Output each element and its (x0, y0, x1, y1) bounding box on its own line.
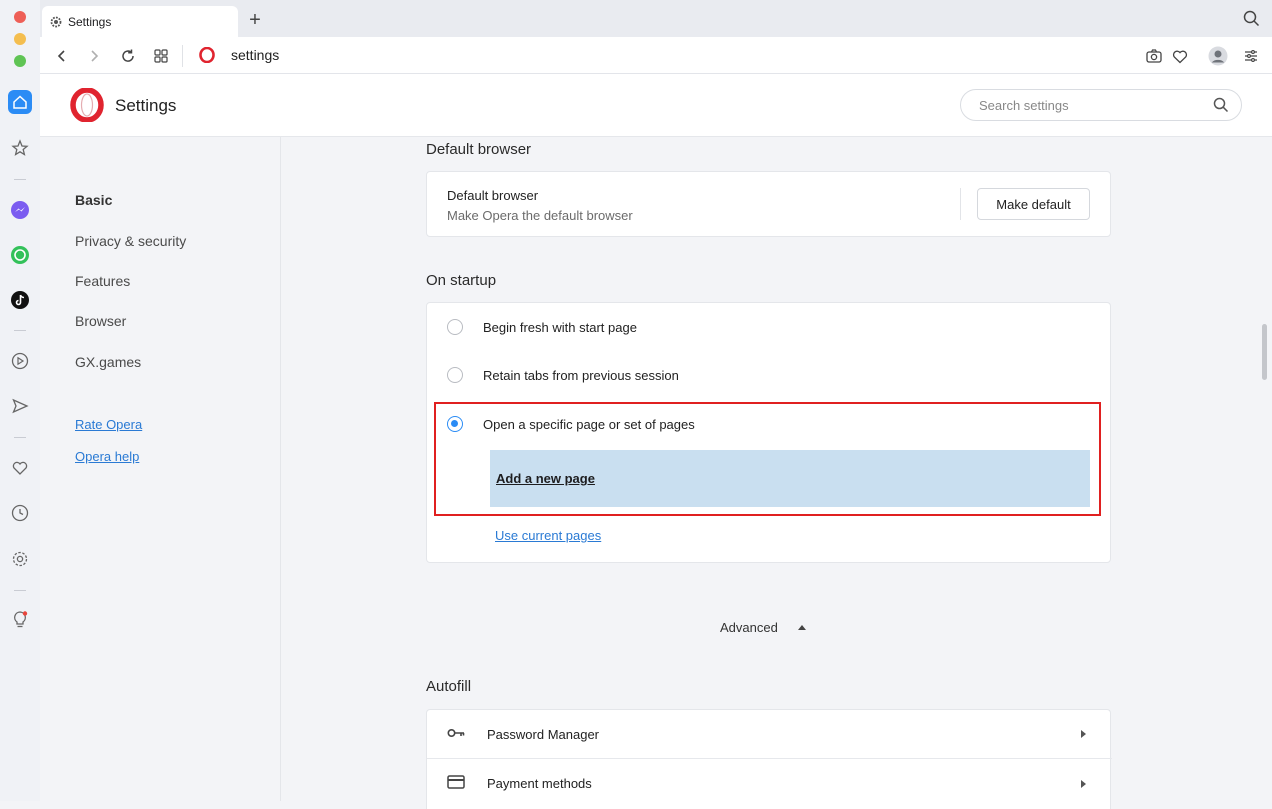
opera-logo-icon (199, 46, 215, 68)
settings-nav: Basic Privacy & security Features Browse… (40, 137, 281, 801)
back-button[interactable] (51, 45, 73, 67)
history-icon[interactable] (8, 501, 32, 525)
messenger-icon[interactable] (8, 198, 32, 222)
chevron-right-icon (1081, 730, 1086, 738)
whatsapp-icon[interactable] (8, 243, 32, 267)
bookmark-heart-icon[interactable] (1169, 45, 1191, 67)
tab-title: Settings (68, 14, 112, 29)
startup-option-label: Begin fresh with start page (483, 319, 637, 335)
startup-option-retain[interactable]: Retain tabs from previous session (447, 367, 679, 383)
reload-button[interactable] (117, 45, 139, 67)
rate-opera-link[interactable]: Rate Opera (75, 417, 142, 432)
maximize-window-button[interactable] (14, 55, 26, 67)
opera-sidebar (0, 0, 40, 801)
default-browser-title: Default browser (447, 188, 539, 203)
password-manager-label: Password Manager (487, 726, 599, 742)
autofill-card: Password Manager Payment methods (426, 709, 1112, 809)
lightbulb-icon[interactable] (8, 608, 32, 632)
opera-help-link[interactable]: Opera help (75, 449, 139, 464)
password-manager-row[interactable]: Password Manager (427, 710, 1112, 759)
advanced-toggle[interactable]: Advanced (720, 620, 806, 635)
settings-main: Default browser Default browser Make Ope… (282, 137, 1257, 809)
home-icon[interactable] (8, 90, 32, 114)
profile-avatar-icon[interactable] (1207, 45, 1229, 67)
section-title-autofill: Autofill (426, 678, 472, 695)
page-title: Settings (115, 96, 177, 115)
address-bar: settings (40, 37, 1272, 74)
close-window-button[interactable] (14, 11, 26, 23)
search-settings-field[interactable] (960, 89, 1242, 121)
default-browser-subtitle: Make Opera the default browser (447, 208, 633, 223)
chevron-right-icon (1081, 779, 1086, 788)
radio-button[interactable] (447, 319, 463, 335)
url-text[interactable]: settings (231, 47, 279, 63)
tiktok-icon[interactable] (8, 288, 32, 312)
forward-button[interactable] (83, 45, 105, 67)
tab-strip: Settings + (40, 0, 1272, 37)
startup-option-label: Retain tabs from previous session (483, 367, 679, 383)
settings-header: Settings (40, 74, 1272, 137)
nav-item-browser[interactable]: Browser (75, 313, 126, 329)
advanced-label: Advanced (720, 620, 778, 635)
gear-icon[interactable] (8, 547, 32, 571)
new-tab-button[interactable]: + (244, 9, 266, 31)
search-icon (1213, 97, 1229, 118)
credit-card-icon (447, 775, 465, 792)
startup-option-fresh[interactable]: Begin fresh with start page (447, 319, 637, 335)
caret-up-icon (797, 625, 806, 630)
send-icon[interactable] (8, 394, 32, 418)
opera-logo-icon (70, 87, 104, 127)
tab-search-icon[interactable] (1243, 10, 1260, 32)
payment-methods-label: Payment methods (487, 776, 592, 791)
nav-item-basic[interactable]: Basic (75, 192, 112, 208)
snapshot-icon[interactable] (1143, 45, 1165, 67)
scrollbar-thumb[interactable] (1262, 324, 1267, 380)
heart-icon[interactable] (8, 456, 32, 480)
section-title-on-startup: On startup (426, 272, 497, 289)
section-title-default-browser: Default browser (426, 141, 532, 158)
default-browser-card: Default browser Make Opera the default b… (426, 171, 1111, 237)
scrollbar[interactable] (1257, 137, 1272, 801)
player-icon[interactable] (8, 349, 32, 373)
tab-settings[interactable]: Settings (42, 6, 238, 37)
nav-item-gx-games[interactable]: GX.games (75, 354, 141, 370)
tab-grid-button[interactable] (150, 45, 172, 67)
nav-item-features[interactable]: Features (75, 273, 130, 289)
nav-item-privacy-security[interactable]: Privacy & security (75, 233, 186, 249)
search-input[interactable] (979, 98, 1199, 113)
star-icon[interactable] (8, 136, 32, 160)
on-startup-card: Begin fresh with start page Retain tabs … (426, 302, 1111, 563)
make-default-button[interactable]: Make default (977, 188, 1090, 220)
minimize-window-button[interactable] (14, 33, 26, 45)
radio-button[interactable] (447, 367, 463, 383)
gear-icon (50, 16, 62, 27)
easy-setup-icon[interactable] (1240, 45, 1262, 67)
highlight-annotation-box (434, 402, 1101, 516)
key-icon (447, 727, 465, 742)
use-current-pages-link[interactable]: Use current pages (495, 528, 601, 543)
